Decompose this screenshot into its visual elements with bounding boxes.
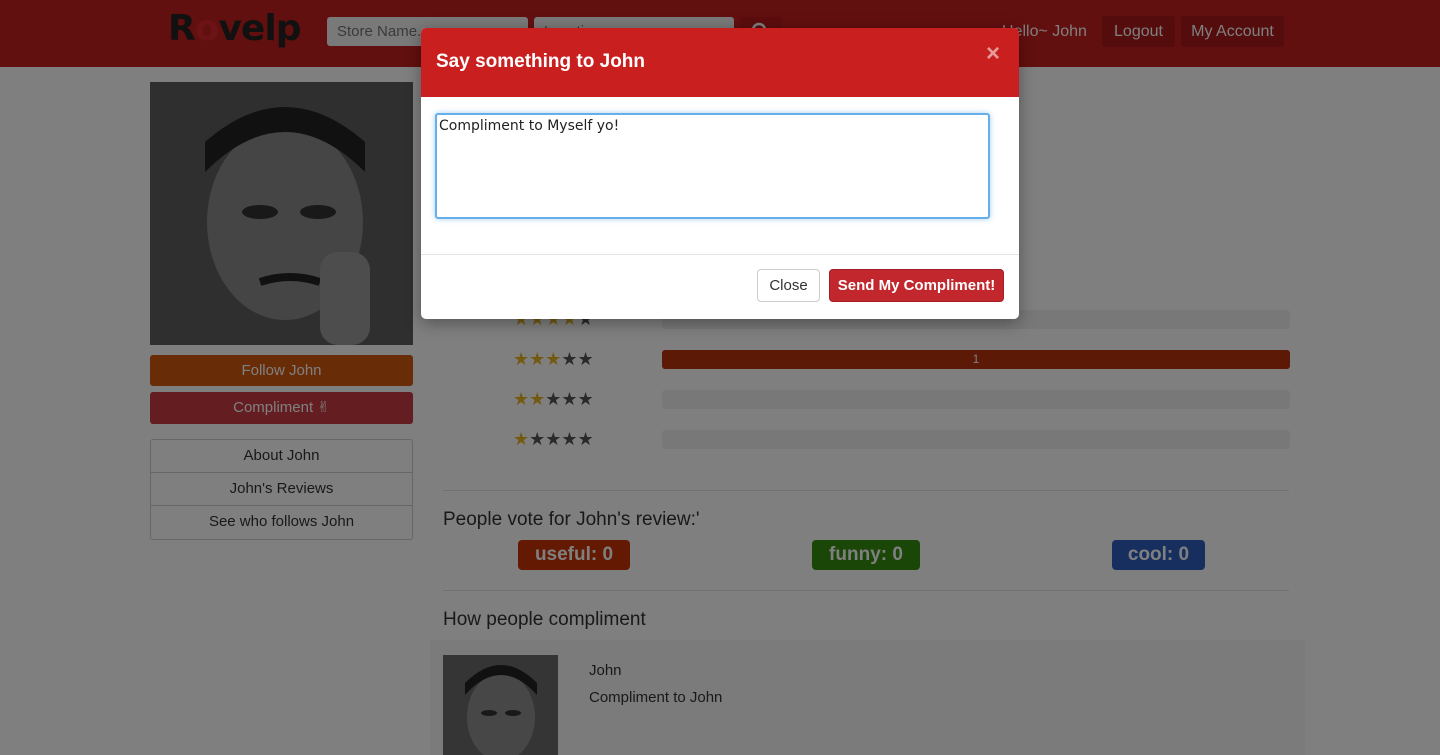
modal-footer: Close Send My Compliment! — [421, 255, 1019, 319]
close-icon[interactable]: × — [986, 40, 1000, 68]
close-button[interactable]: Close — [757, 269, 820, 302]
compliment-textarea[interactable] — [435, 113, 990, 219]
modal-header: Say something to John × — [421, 28, 1019, 97]
send-compliment-button[interactable]: Send My Compliment! — [829, 269, 1004, 302]
modal-body — [421, 97, 1019, 255]
modal-title: Say something to John — [436, 51, 646, 72]
compliment-modal: Say something to John × Close Send My Co… — [421, 28, 1019, 319]
